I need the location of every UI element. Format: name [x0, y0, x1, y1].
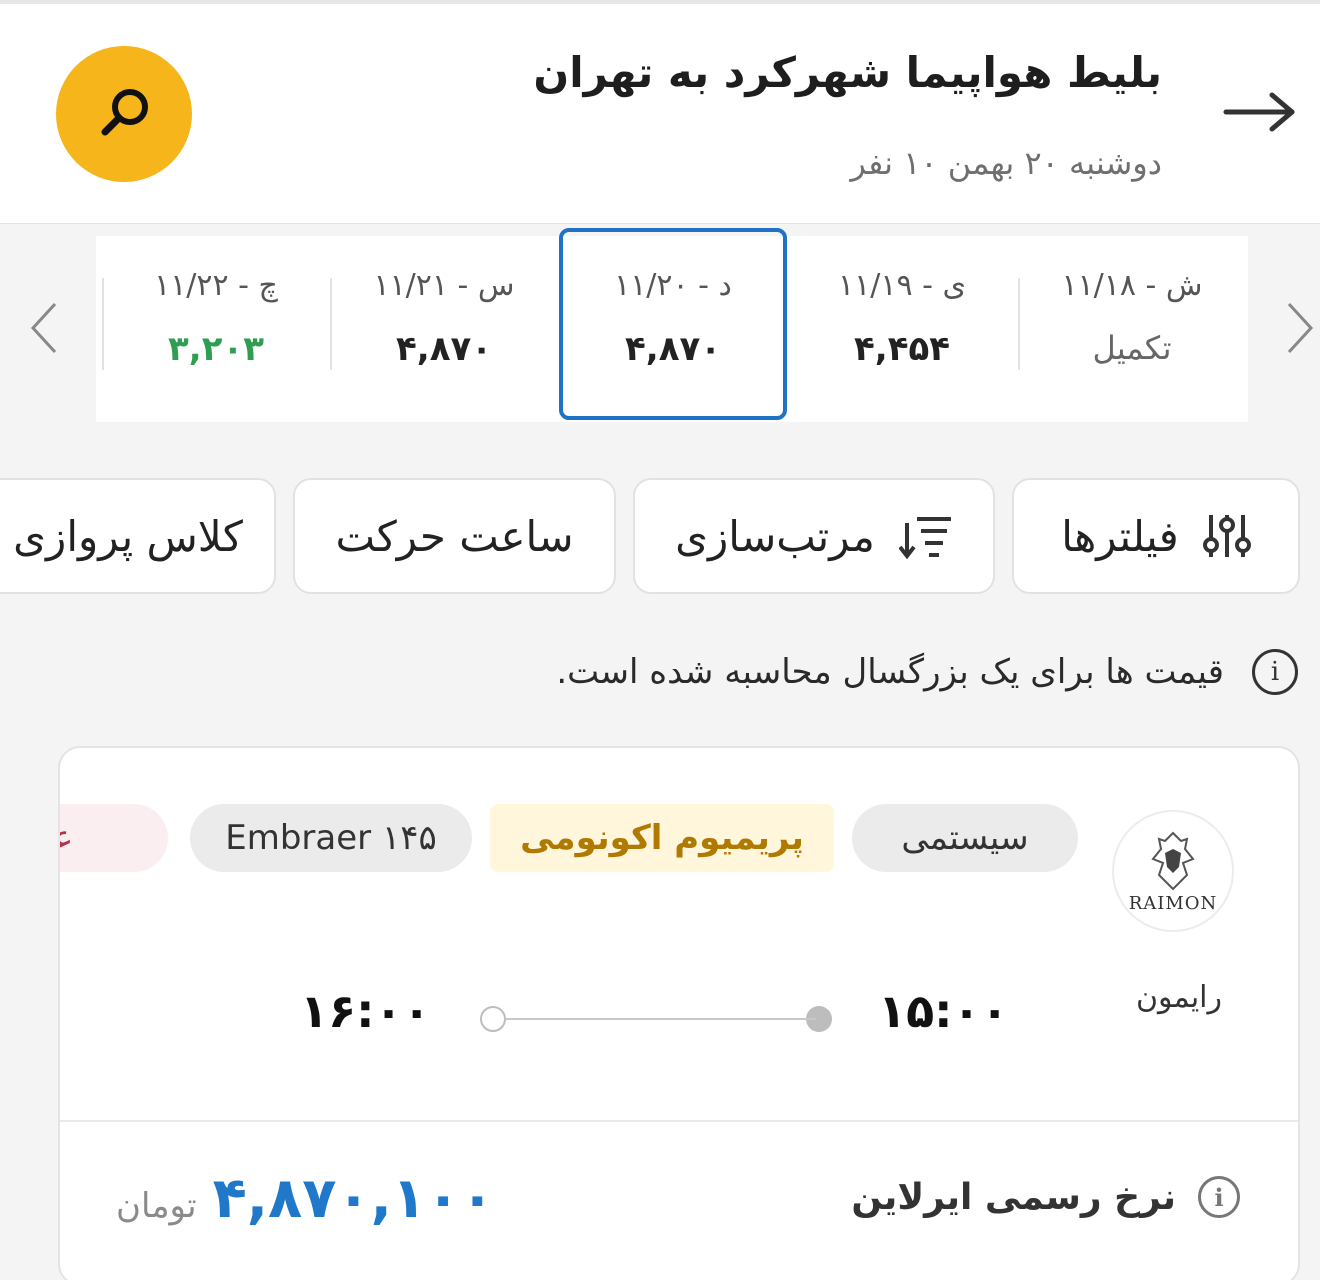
aircraft-tag: Embraer ۱۴۵: [190, 804, 472, 872]
back-button[interactable]: [1220, 72, 1300, 152]
departure-time-button[interactable]: ساعت حرکت: [293, 478, 616, 594]
flight-price: ۴,۸۷۰,۱۰۰ تومان: [116, 1166, 494, 1231]
date-label: ش - ۱۱/۱۸: [1061, 268, 1203, 303]
price-currency: تومان: [116, 1186, 197, 1226]
departure-time: ۱۵:۰۰: [878, 984, 1009, 1038]
next-dates-button[interactable]: [1270, 288, 1320, 368]
date-label: ی - ۱۱/۱۹: [838, 268, 966, 303]
flight-card[interactable]: RAIMON رایمون سیستمی پریمیوم اکونومی Emb…: [58, 746, 1300, 1280]
filters-button[interactable]: فیلترها: [1012, 478, 1300, 594]
search-button[interactable]: [56, 46, 192, 182]
price-notice-text: قیمت ها برای یک بزرگسال محاسبه شده است.: [556, 652, 1224, 692]
price-notice: i قیمت ها برای یک بزرگسال محاسبه شده است…: [556, 640, 1298, 704]
date-option-selected[interactable]: د - ۱۱/۲۰ ۴,۸۷۰: [559, 228, 787, 420]
official-rate-label: i نرخ رسمی ایرلاین: [851, 1176, 1240, 1218]
flight-class-button[interactable]: کلاس پروازی: [0, 478, 276, 594]
card-divider: [60, 1120, 1298, 1122]
sort-button[interactable]: مرتب‌سازی: [633, 478, 995, 594]
airline-logo-text: RAIMON: [1128, 892, 1218, 914]
departure-time-label: ساعت حرکت: [335, 511, 574, 561]
price-amount: ۴,۸۷۰,۱۰۰: [212, 1166, 495, 1231]
date-divider: [330, 278, 332, 370]
flight-class-label: کلاس پروازی: [13, 511, 243, 561]
route-end-dot: [480, 1006, 506, 1032]
route-title: بلیط هواپیما شهرکرد به تهران: [533, 48, 1162, 97]
sort-icon: [898, 517, 951, 559]
seats-left-tag: عدد: [60, 804, 168, 872]
date-option[interactable]: ی - ۱۱/۱۹ ۴,۴۵۴: [788, 228, 1016, 420]
prev-dates-button[interactable]: [14, 288, 74, 368]
arrival-time: ۱۶:۰۰: [300, 984, 431, 1038]
sliders-icon: [1202, 515, 1251, 557]
sort-label: مرتب‌سازی: [675, 511, 875, 561]
date-label: س - ۱۱/۲۱: [373, 268, 515, 303]
date-price: ۳,۲۰۳: [168, 329, 264, 369]
date-divider: [102, 278, 104, 370]
flight-type-tag: سیستمی: [852, 804, 1078, 872]
date-divider: [1018, 278, 1020, 370]
chevron-right-icon: [1287, 302, 1314, 354]
date-option[interactable]: ش - ۱۱/۱۸ تکمیل: [1018, 228, 1246, 420]
airline-logo: RAIMON: [1112, 810, 1234, 932]
filters-label: فیلترها: [1061, 511, 1179, 561]
date-price: ۴,۸۷۰: [396, 329, 492, 369]
date-price: ۴,۴۵۴: [854, 329, 950, 369]
cabin-class-tag: پریمیوم اکونومی: [490, 804, 834, 872]
search-icon: [101, 89, 148, 136]
date-price: ۴,۸۷۰: [625, 329, 721, 369]
route-subtitle: دوشنبه ۲۰ بهمن ۱۰ نفر: [850, 144, 1162, 182]
airline-name: رایمون: [1135, 980, 1222, 1015]
search-header: بلیط هواپیما شهرکرد به تهران دوشنبه ۲۰ ب…: [0, 4, 1320, 224]
date-selector: چ - ۱۱/۲۲ ۳,۲۰۳ س - ۱۱/۲۱ ۴,۸۷۰ د - ۱۱/۲…: [0, 228, 1320, 422]
arrow-right-icon: [1223, 92, 1295, 132]
filter-chips: فیلترها مرتب‌سازی ساعت حرکت کلاس پروازی: [0, 478, 1320, 596]
info-icon[interactable]: i: [1198, 1176, 1240, 1218]
route-line: [506, 1018, 816, 1020]
date-label: چ - ۱۱/۲۲: [154, 268, 278, 303]
date-label: د - ۱۱/۲۰: [614, 268, 732, 303]
chevron-left-icon: [30, 302, 57, 354]
date-option[interactable]: چ - ۱۱/۲۲ ۳,۲۰۳: [102, 228, 330, 420]
info-icon: i: [1252, 649, 1298, 695]
official-rate-text: نرخ رسمی ایرلاین: [851, 1176, 1176, 1218]
date-option[interactable]: س - ۱۱/۲۱ ۴,۸۷۰: [330, 228, 558, 420]
lion-logo-icon: [1151, 831, 1195, 890]
date-price: تکمیل: [1092, 329, 1172, 367]
